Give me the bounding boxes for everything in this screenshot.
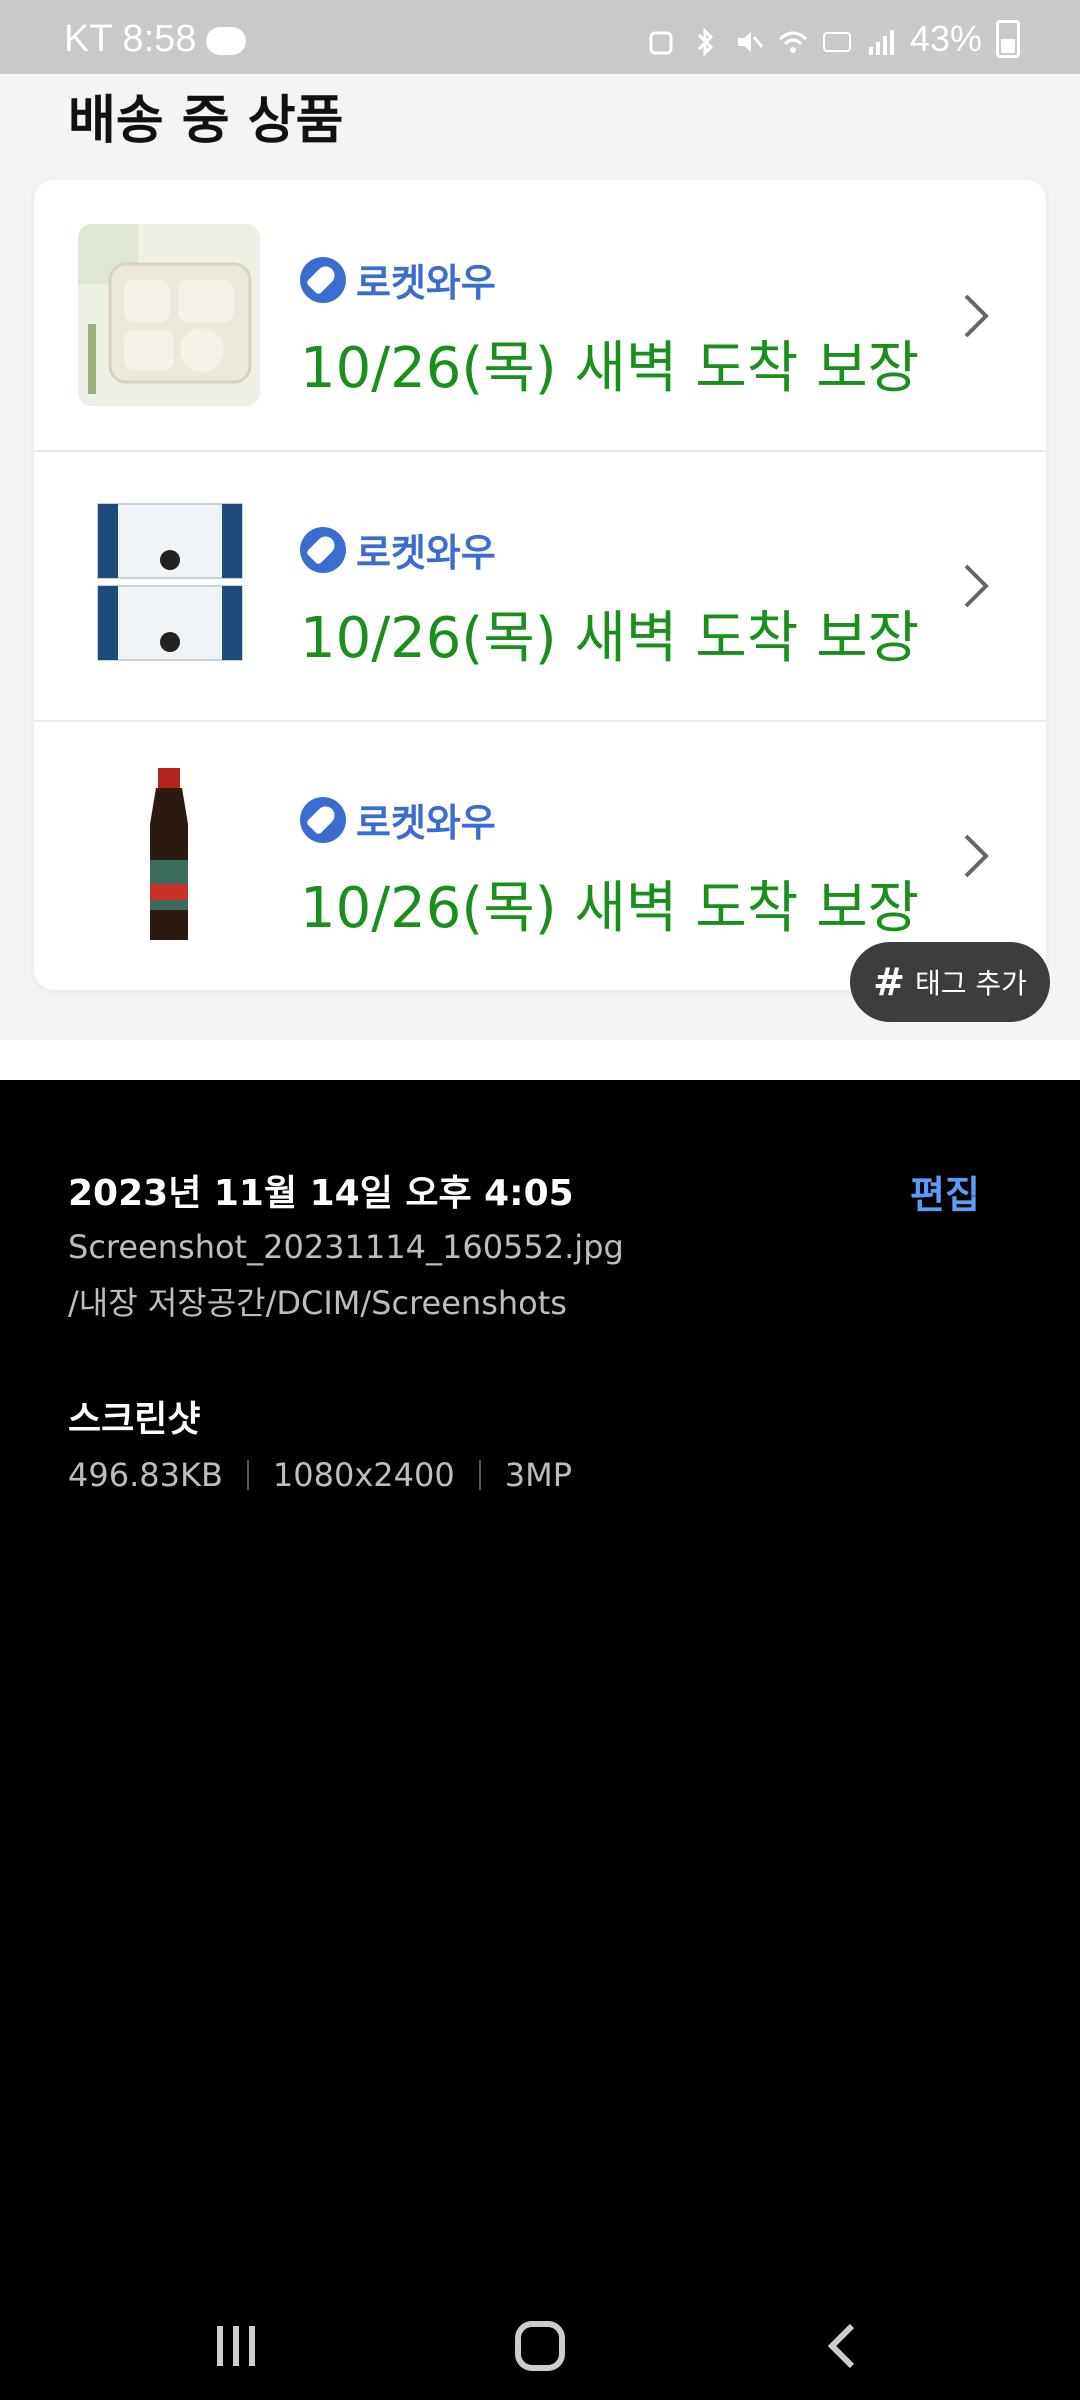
chevron-right-icon[interactable] xyxy=(956,286,996,346)
item-info: 로켓와우 10/26(목) 새벽 도착 보장 xyxy=(300,522,980,674)
chevron-right-icon[interactable] xyxy=(956,556,996,616)
navigation-bar xyxy=(0,2280,1080,2400)
category-title: 스크린샷 xyxy=(68,1399,201,1440)
delivery-text: 10/26(목) 새벽 도착 보장 xyxy=(300,336,920,401)
gallery-details-screen: KT 8:58 43% 배송 중 상품 로켓와우 10/26(목) 새벽 도착 … xyxy=(0,0,1080,2400)
chevron-right-icon[interactable] xyxy=(956,826,996,886)
status-icons: 43% xyxy=(646,18,1020,60)
add-tag-button[interactable]: # 태그 추가 xyxy=(850,942,1050,1022)
back-icon[interactable] xyxy=(814,2316,874,2376)
battery-percent: 43% xyxy=(909,18,982,59)
cloud-icon xyxy=(206,26,247,55)
delivery-text: 10/26(목) 새벽 도착 보장 xyxy=(300,606,920,671)
soy-milk-box-image xyxy=(78,494,260,676)
sauce-bottle-image xyxy=(78,764,260,946)
file-size: 496.83KB xyxy=(68,1456,223,1494)
rocket-row: 로켓와우 xyxy=(300,792,980,847)
divider xyxy=(478,1460,481,1490)
carrier-time-text: KT 8:58 xyxy=(64,18,197,60)
rocket-row: 로켓와우 xyxy=(300,252,980,307)
item-info: 로켓와우 10/26(목) 새벽 도착 보장 xyxy=(300,792,980,944)
home-icon[interactable] xyxy=(510,2316,570,2376)
service-label: 로켓와우 xyxy=(356,801,496,845)
divider xyxy=(246,1460,249,1490)
mute-icon xyxy=(734,24,764,54)
service-label: 로켓와우 xyxy=(356,531,496,575)
battery-icon xyxy=(996,20,1020,58)
section-title: 배송 중 상품 xyxy=(68,91,344,151)
rocket-icon xyxy=(300,796,346,843)
details-panel: 2023년 11월 14일 오후 4:05 편집 Screenshot_2023… xyxy=(0,1080,1080,2320)
bluetooth-icon xyxy=(690,24,720,57)
add-tag-label: 태그 추가 xyxy=(914,967,1027,1000)
rocket-icon xyxy=(300,256,346,303)
capture-date: 2023년 11월 14일 오후 4:05 xyxy=(68,1173,574,1214)
file-meta: 496.83KB 1080x2400 3MP xyxy=(68,1456,572,1494)
hash-icon: # xyxy=(873,960,905,1004)
delivery-card: 로켓와우 10/26(목) 새벽 도착 보장 로켓와우 10/26(목) 새벽 … xyxy=(34,180,1046,990)
divided-plate-image xyxy=(78,224,260,406)
notification-icon xyxy=(646,24,676,55)
item-info: 로켓와우 10/26(목) 새벽 도착 보장 xyxy=(300,252,980,404)
file-path: /내장 저장공간/DCIM/Screenshots xyxy=(68,1284,567,1322)
signal-icon xyxy=(866,24,896,55)
status-bar: KT 8:58 43% xyxy=(0,0,1080,74)
resolution: 1080x2400 xyxy=(272,1456,455,1494)
service-label: 로켓와우 xyxy=(356,261,496,305)
megapixels: 3MP xyxy=(504,1456,572,1494)
hd-icon xyxy=(822,24,852,54)
preview-bottom-strip xyxy=(0,1040,1080,1080)
wifi-icon xyxy=(778,24,808,54)
rocket-row: 로켓와우 xyxy=(300,522,980,577)
edit-button[interactable]: 편집 xyxy=(910,1164,980,1219)
delivery-text: 10/26(목) 새벽 도착 보장 xyxy=(300,876,920,941)
list-item[interactable]: 로켓와우 10/26(목) 새벽 도착 보장 xyxy=(34,450,1046,722)
list-item[interactable]: 로켓와우 10/26(목) 새벽 도착 보장 xyxy=(34,180,1046,452)
rocket-icon xyxy=(300,526,346,573)
carrier-time: KT 8:58 xyxy=(64,18,247,61)
file-name: Screenshot_20231114_160552.jpg xyxy=(68,1228,624,1266)
recent-apps-icon[interactable] xyxy=(206,2316,266,2376)
screenshot-preview[interactable]: KT 8:58 43% 배송 중 상품 로켓와우 10/26(목) 새벽 도착 … xyxy=(0,0,1080,1080)
